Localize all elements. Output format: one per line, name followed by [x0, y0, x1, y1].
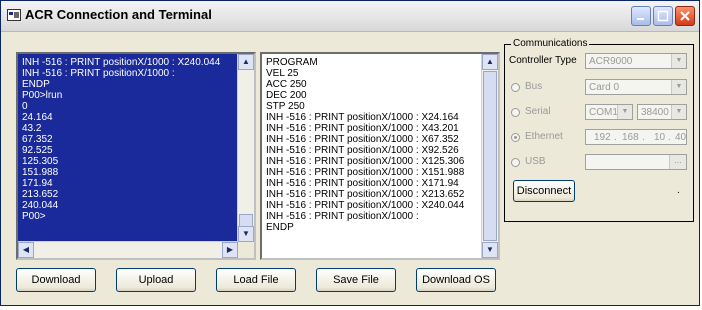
terminal-vertical-scrollbar[interactable]: ▲ ▼: [237, 54, 254, 242]
ip-dot: .: [668, 132, 671, 143]
terminal-line: 151.988: [22, 167, 59, 178]
terminal-line: 171.94: [22, 178, 53, 189]
acr-window: ACR Connection and Terminal INH -516 : P…: [0, 0, 700, 306]
disconnect-button[interactable]: Disconnect: [513, 180, 575, 202]
program-line: INH -516 : PRINT positionX/1000 : X240.0…: [266, 200, 465, 211]
scroll-down-button[interactable]: ▼: [482, 242, 498, 258]
maximize-button[interactable]: [653, 6, 673, 26]
ip-octet-1: 192: [594, 132, 611, 143]
window-title: ACR Connection and Terminal: [25, 7, 212, 22]
usb-field[interactable]: ...: [585, 154, 687, 170]
terminal-line: P00>lrun: [22, 90, 63, 101]
ip-octet-4: 40: [675, 132, 687, 143]
scroll-right-button[interactable]: ▶: [222, 242, 238, 258]
usb-label: USB: [525, 156, 546, 167]
ip-address-field[interactable]: 192 . 168 . 10 . 40: [585, 129, 687, 145]
serial-label: Serial: [525, 106, 551, 117]
controller-type-value: ACR9000: [589, 56, 633, 67]
terminal-line: 67.352: [22, 134, 53, 145]
terminal-output[interactable]: INH -516 : PRINT positionX/1000 : X240.0…: [16, 52, 256, 260]
ip-octet-3: 10: [654, 132, 666, 143]
minimize-button[interactable]: [631, 6, 651, 26]
save-file-button[interactable]: Save File: [316, 268, 396, 292]
app-icon: [7, 9, 21, 21]
download-button[interactable]: Download: [16, 268, 96, 292]
terminal-lines: INH -516 : PRINT positionX/1000 : X240.0…: [22, 57, 236, 240]
serial-port-select[interactable]: COM1 ▼: [585, 104, 633, 120]
bus-label: Bus: [525, 81, 543, 92]
minimize-icon: [637, 18, 644, 20]
scroll-up-button[interactable]: ▲: [482, 54, 498, 70]
program-line: INH -516 : PRINT positionX/1000 : X92.52…: [266, 145, 459, 156]
terminal-line: 240.044: [22, 200, 59, 211]
scrollbar-corner: [238, 242, 254, 258]
program-lines: PROGRAM VEL 25 ACC 250 DEC 200 STP 250 INH -5…: [266, 57, 480, 256]
communications-label: Communications: [511, 38, 590, 49]
program-editor[interactable]: PROGRAM VEL 25 ACC 250 DEC 200 STP 250 INH -5…: [260, 52, 500, 260]
chevron-down-icon: ▼: [671, 105, 686, 119]
terminal-horizontal-scrollbar[interactable]: ◀ ▶: [18, 241, 238, 258]
program-line: DEC 200: [266, 90, 307, 101]
terminal-line: 125.305: [22, 156, 59, 167]
program-line: INH -516 : PRINT positionX/1000 : X213.6…: [266, 189, 465, 200]
program-line: STP 250: [266, 101, 305, 112]
terminal-line: 43.2: [22, 123, 42, 134]
chevron-down-icon: ▼: [671, 54, 686, 68]
controller-type-label: Controller Type: [509, 55, 577, 66]
scroll-left-button[interactable]: ◀: [18, 242, 34, 258]
close-button[interactable]: [675, 6, 695, 26]
usb-radio[interactable]: [511, 158, 520, 167]
upload-button[interactable]: Upload: [116, 268, 196, 292]
scroll-up-button[interactable]: ▲: [238, 54, 254, 70]
program-line: INH -516 : PRINT positionX/1000 : X43.20…: [266, 123, 459, 134]
serial-port-value: COM1: [589, 107, 618, 118]
maximize-icon: [657, 10, 669, 22]
terminal-line: P00>: [22, 211, 46, 222]
bus-select[interactable]: Card 0 ▼: [585, 79, 687, 95]
close-icon: [680, 11, 690, 21]
program-line: INH -516 : PRINT positionX/1000 : X171.9…: [266, 178, 459, 189]
terminal-line: ENDP: [22, 79, 50, 90]
program-vertical-scrollbar[interactable]: ▲ ▼: [481, 54, 498, 258]
load-file-button[interactable]: Load File: [216, 268, 296, 292]
ip-octet-2: 168: [622, 132, 639, 143]
serial-radio[interactable]: [511, 108, 520, 117]
status-indicator: .: [677, 185, 680, 196]
serial-baud-value: 38400: [641, 107, 669, 118]
ethernet-label: Ethernet: [525, 131, 563, 142]
chevron-down-icon: ▼: [617, 105, 632, 119]
controller-type-select[interactable]: ACR9000 ▼: [585, 53, 687, 69]
ip-dot: .: [614, 132, 617, 143]
program-line: PROGRAM: [266, 57, 318, 68]
program-line: INH -516 : PRINT positionX/1000 : X24.16…: [266, 112, 459, 123]
program-line: VEL 25: [266, 68, 299, 79]
chevron-down-icon: ▼: [671, 80, 686, 94]
terminal-line: 0: [22, 101, 28, 112]
usb-browse-button[interactable]: ...: [669, 155, 686, 169]
bus-radio[interactable]: [511, 83, 520, 92]
program-line: ENDP: [266, 222, 294, 233]
communications-group: Communications Controller Type ACR9000 ▼…: [504, 38, 694, 222]
ethernet-radio[interactable]: [511, 133, 520, 142]
program-line: INH -516 : PRINT positionX/1000 : X151.9…: [266, 167, 465, 178]
terminal-line: INH -516 : PRINT positionX/1000 :: [22, 68, 175, 79]
client-area: INH -516 : PRINT positionX/1000 : X240.0…: [4, 32, 696, 302]
scroll-thumb[interactable]: [483, 71, 497, 241]
bus-value: Card 0: [589, 82, 620, 93]
terminal-line: INH -516 : PRINT positionX/1000 : X240.0…: [22, 57, 221, 68]
terminal-line: 92.525: [22, 145, 53, 156]
program-line: INH -516 : PRINT positionX/1000 : X67.35…: [266, 134, 459, 145]
scroll-down-button[interactable]: ▼: [238, 226, 254, 242]
ip-dot: .: [642, 132, 645, 143]
title-bar[interactable]: ACR Connection and Terminal: [1, 1, 699, 32]
terminal-line: 213.652: [22, 189, 59, 200]
program-line: ACC 250: [266, 79, 307, 90]
terminal-line: 24.164: [22, 112, 53, 123]
program-line: INH -516 : PRINT positionX/1000 :: [266, 211, 419, 222]
serial-baud-select[interactable]: 38400 ▼: [637, 104, 687, 120]
download-os-button[interactable]: Download OS: [416, 268, 496, 292]
program-line: INH -516 : PRINT positionX/1000 : X125.3…: [266, 156, 465, 167]
